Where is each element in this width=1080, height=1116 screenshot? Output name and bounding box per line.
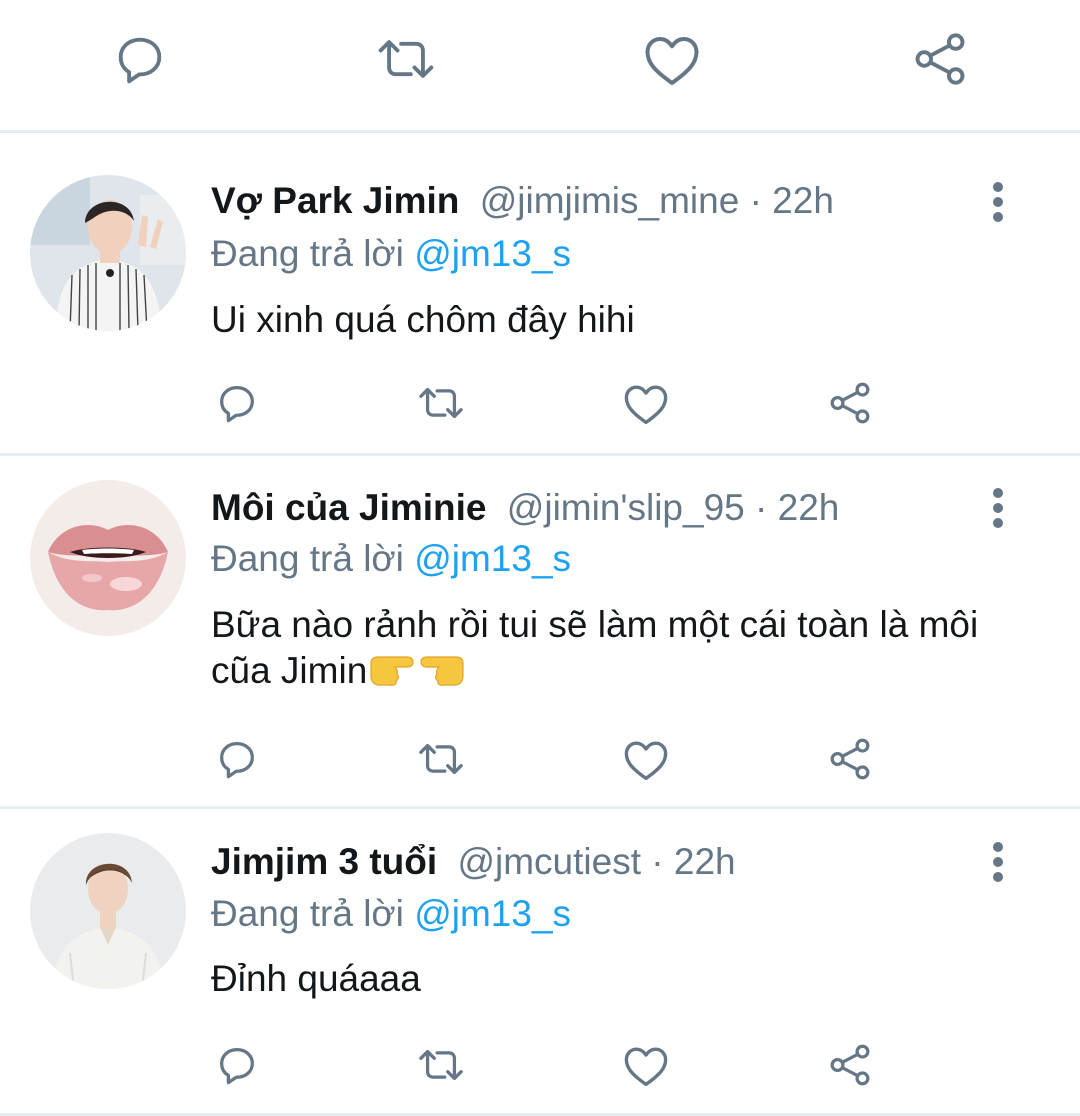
display-name[interactable]: Jimjim 3 tuổi [211, 841, 437, 882]
share-icon[interactable] [826, 1042, 874, 1088]
pointing-left-emoji-icon [417, 649, 467, 689]
display-name[interactable]: Môi của Jiminie [211, 487, 487, 528]
retweet-icon[interactable] [413, 736, 469, 782]
share-icon[interactable] [910, 30, 970, 88]
tweet-header: Môi của Jiminie @jimin'slip_95 · 22h [211, 483, 839, 533]
avatar[interactable] [30, 175, 186, 331]
tweet-text: Bữa nào rảnh rồi tui sẽ làm một cái toàn… [211, 602, 1031, 694]
separator-dot: · [755, 487, 768, 528]
retweet-icon[interactable] [373, 30, 439, 88]
reply-icon[interactable] [214, 380, 260, 426]
replying-to-label: Đang trả lời [211, 893, 404, 934]
like-icon[interactable] [622, 382, 670, 426]
share-icon[interactable] [826, 736, 874, 782]
more-options-icon[interactable] [985, 180, 1011, 224]
timestamp[interactable]: 22h [772, 180, 834, 221]
tweet-header: Vợ Park Jimin @jimjimis_mine · 22h [211, 176, 834, 226]
like-icon[interactable] [622, 738, 670, 782]
replying-to-label: Đang trả lời [211, 233, 404, 274]
user-handle[interactable]: @jimjimis_mine [480, 180, 740, 221]
user-handle[interactable]: @jimin'slip_95 [507, 487, 745, 528]
replying-to: Đang trả lời @jm13_s [211, 534, 571, 584]
mention-link[interactable]: @jm13_s [414, 538, 571, 579]
timestamp[interactable]: 22h [674, 841, 736, 882]
timestamp[interactable]: 22h [778, 487, 840, 528]
reply-icon[interactable] [214, 1042, 260, 1088]
tweet-text-body: Bữa nào rảnh rồi tui sẽ làm một cái toàn… [211, 604, 979, 691]
user-handle[interactable]: @jmcutiest [457, 841, 641, 882]
mention-link[interactable]: @jm13_s [414, 233, 571, 274]
replying-to: Đang trả lời @jm13_s [211, 229, 571, 279]
tweet-header: Jimjim 3 tuổi @jmcutiest · 22h [211, 837, 736, 887]
separator-dot: · [749, 180, 762, 221]
reply-icon[interactable] [214, 736, 260, 782]
reply-icon[interactable] [111, 30, 169, 88]
parent-tweet-actions [0, 0, 1080, 130]
more-options-icon[interactable] [985, 840, 1011, 884]
avatar[interactable] [30, 480, 186, 636]
reply-tweet[interactable]: Jimjim 3 tuổi @jmcutiest · 22h Đang trả … [0, 809, 1080, 1113]
share-icon[interactable] [826, 380, 874, 426]
replying-to-label: Đang trả lời [211, 538, 404, 579]
tweet-text: Đỉnh quáaaa [211, 958, 421, 999]
reply-tweet[interactable]: Vợ Park Jimin @jimjimis_mine · 22h Đang … [0, 133, 1080, 453]
retweet-icon[interactable] [413, 1042, 469, 1088]
avatar[interactable] [30, 833, 186, 989]
like-icon[interactable] [622, 1044, 670, 1088]
tweet-text: Ui xinh quá chôm đây hihi [211, 299, 635, 340]
like-icon[interactable] [642, 32, 702, 88]
display-name[interactable]: Vợ Park Jimin [211, 180, 459, 221]
more-options-icon[interactable] [985, 486, 1011, 530]
replying-to: Đang trả lời @jm13_s [211, 889, 571, 939]
retweet-icon[interactable] [413, 380, 469, 426]
pointing-right-emoji-icon [367, 649, 417, 689]
separator-dot: · [651, 841, 664, 882]
mention-link[interactable]: @jm13_s [414, 893, 571, 934]
reply-tweet[interactable]: Môi của Jiminie @jimin'slip_95 · 22h Đan… [0, 456, 1080, 806]
